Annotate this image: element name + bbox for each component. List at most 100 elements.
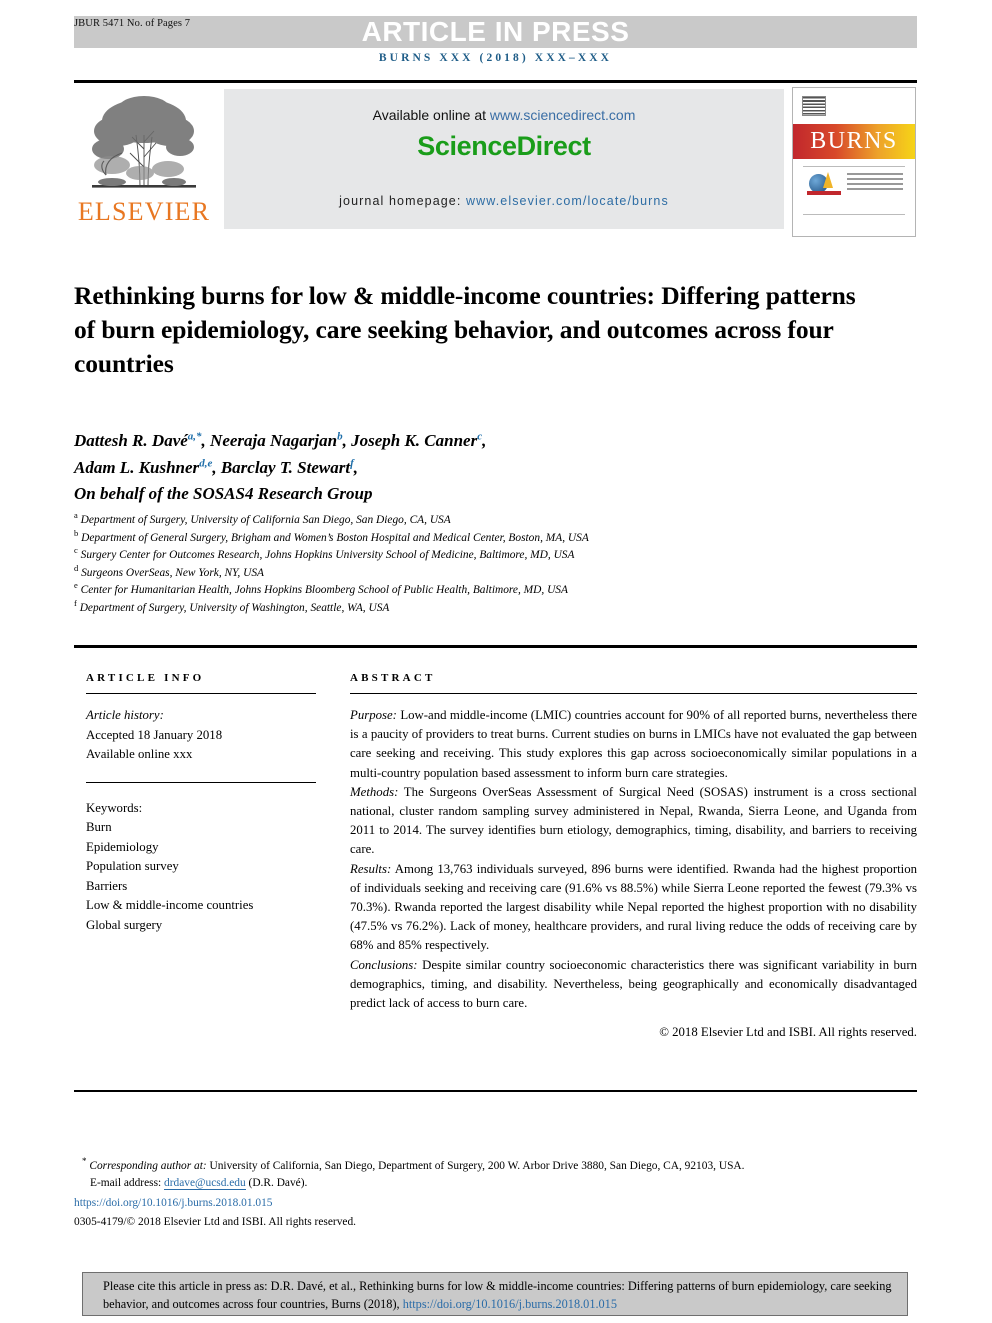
abstract-results: Results: Among 13,763 individuals survey…: [350, 860, 917, 956]
affiliation-text: Department of Surgery, University of Cal…: [80, 514, 451, 526]
asterisk-icon: *: [82, 1156, 87, 1167]
affiliation-list: a Department of Surgery, University of C…: [74, 510, 904, 618]
header-divider-rule: [74, 80, 917, 83]
abstract-conclusions-label: Conclusions:: [350, 957, 418, 972]
citation-doi-link[interactable]: https://doi.org/10.1016/j.burns.2018.01.…: [403, 1297, 617, 1311]
elsevier-tree-icon: [92, 96, 196, 188]
affiliation-marker: a: [74, 510, 78, 521]
author-affil-marker: f: [350, 456, 354, 469]
email-note: E-mail address: drdave@ucsd.edu (D.R. Da…: [74, 1175, 922, 1192]
abstract-rule: [350, 693, 917, 694]
journal-reference-line: BURNS XXX (2018) XXX–XXX: [378, 52, 613, 64]
isbi-emblem-icon: [807, 172, 841, 196]
cover-rule-bottom: [803, 214, 905, 215]
elsevier-logo: ELSEVIER: [74, 85, 214, 237]
article-info-heading: ARTICLE INFO: [86, 672, 205, 684]
doi-link[interactable]: https://doi.org/10.1016/j.burns.2018.01.…: [74, 1195, 922, 1212]
journal-homepage-label: journal homepage:: [339, 194, 462, 208]
keyword-item: Epidemiology: [86, 839, 159, 854]
abstract-purpose-text: Low-and middle-income (LMIC) countries a…: [350, 708, 917, 780]
sciencedirect-wordmark: ScienceDirect: [417, 131, 591, 161]
sciencedirect-url-link[interactable]: www.sciencedirect.com: [490, 107, 636, 123]
cover-rule-top: [803, 166, 905, 167]
journal-homepage-url[interactable]: www.elsevier.com/locate/burns: [466, 194, 669, 208]
abstract-conclusions-text: Despite similar country socioeconomic ch…: [350, 957, 917, 1011]
cover-society-text-placeholder: [847, 173, 903, 193]
affiliation-item: a Department of Surgery, University of C…: [74, 510, 904, 530]
affiliation-item: f Department of Surgery, University of W…: [74, 598, 904, 618]
sciencedirect-panel: Available online at www.sciencedirect.co…: [224, 89, 784, 229]
affiliation-marker: c: [74, 545, 78, 556]
article-info-column: ARTICLE INFO Article history: Accepted 1…: [86, 672, 316, 935]
author-affil-marker: a,*: [187, 430, 202, 443]
keyword-item: Low & middle-income countries: [86, 898, 254, 912]
affiliation-marker: f: [74, 598, 77, 609]
elsevier-wordmark: ELSEVIER: [77, 197, 211, 226]
author-affil-marker: b: [337, 430, 343, 443]
keyword-item: Population survey: [86, 859, 179, 873]
affiliation-marker: b: [74, 527, 79, 538]
abstract-results-label: Results:: [350, 861, 392, 876]
footnote-divider-rule: [74, 1090, 917, 1092]
affiliation-item: d Surgeons OverSeas, New York, NY, USA: [74, 562, 904, 583]
article-history-label: Article history:: [86, 708, 164, 722]
author-line-1: Dattesh R. Davéa,*, Neeraja Nagarjanb, J…: [74, 430, 487, 450]
abstract-purpose: Purpose: Low-and middle-income (LMIC) co…: [350, 706, 917, 783]
abstract-column: ABSTRACT Purpose: Low-and middle-income …: [350, 672, 917, 1040]
isbi-ribbon-icon: [807, 191, 841, 195]
citation-notice-text: Please cite this article in press as: D.…: [103, 1277, 893, 1313]
affiliation-text: Surgeons OverSeas, New York, NY, USA: [81, 566, 265, 579]
abstract-methods-label: Methods:: [350, 784, 399, 799]
corresponding-author-text: University of California, San Diego, Dep…: [206, 1160, 745, 1172]
author-line-2: Adam L. Kushnerd,e, Barclay T. Stewartf,: [74, 456, 358, 477]
author-line-3: On behalf of the SOSAS4 Research Group: [74, 484, 373, 503]
abstract-methods-text: The Surgeons OverSeas Assessment of Surg…: [350, 784, 917, 857]
affiliation-marker: e: [74, 580, 78, 591]
article-in-press-label: ARTICLE IN PRESS: [361, 16, 630, 47]
abstract-body: Purpose: Low-and middle-income (LMIC) co…: [350, 706, 917, 1013]
email-link[interactable]: drdave@ucsd.edu: [164, 1177, 246, 1190]
affiliation-item: e Center for Humanitarian Health, Johns …: [74, 580, 904, 600]
keyword-item: Global surgery: [86, 917, 163, 932]
affiliation-text: Department of General Surgery, Brigham a…: [81, 531, 589, 544]
available-online-line: Available online at www.sciencedirect.co…: [224, 107, 784, 123]
affiliation-item: b Department of General Surgery, Brigham…: [74, 527, 904, 548]
abstract-results-text: Among 13,763 individuals surveyed, 896 b…: [350, 861, 917, 953]
article-info-rule: [86, 693, 316, 694]
article-history-block: Article history: Accepted 18 January 201…: [86, 706, 316, 765]
journal-cover-thumbnail: BURNS: [792, 87, 916, 237]
affiliation-item: c Surgery Center for Outcomes Research, …: [74, 545, 904, 565]
affiliation-text: Surgery Center for Outcomes Research, Jo…: [80, 549, 575, 562]
author-affil-marker: c: [477, 430, 483, 443]
keywords-label: Keywords:: [86, 800, 143, 815]
corresponding-author-note: * Corresponding author at: University of…: [74, 1156, 922, 1175]
available-online-prefix: Available online at: [372, 107, 490, 123]
manuscript-id-label: JBUR 5471 No. of Pages 7: [74, 18, 191, 29]
abstract-methods: Methods: The Surgeons OverSeas Assessmen…: [350, 783, 917, 860]
page-title: Rethinking burns for low & middle-income…: [74, 281, 856, 379]
article-history-accepted: Accepted 18 January 2018: [86, 727, 223, 742]
keyword-item: Burn: [86, 820, 112, 834]
keyword-item: Barriers: [86, 878, 128, 893]
abstract-conclusions: Conclusions: Despite similar country soc…: [350, 956, 917, 1014]
article-in-press-banner: ARTICLE IN PRESS: [74, 16, 917, 48]
footnote-block: * Corresponding author at: University of…: [74, 1156, 922, 1231]
abstract-copyright: © 2018 Elsevier Ltd and ISBI. All rights…: [659, 1025, 917, 1040]
journal-homepage-line: journal homepage: www.elsevier.com/locat…: [224, 194, 784, 208]
email-label: E-mail address:: [90, 1177, 162, 1189]
citation-notice-box: Please cite this article in press as: D.…: [82, 1272, 908, 1316]
cover-publisher-mark-icon: [802, 96, 826, 116]
isbi-flame-icon: [823, 172, 833, 188]
affiliation-text: Department of Surgery, University of Was…: [79, 601, 390, 614]
article-history-online: Available online xxx: [86, 747, 193, 761]
abstract-heading: ABSTRACT: [350, 672, 436, 684]
issn-copyright-line: 0305-4179/© 2018 Elsevier Ltd and ISBI. …: [74, 1216, 356, 1228]
corresponding-author-label: Corresponding author at:: [89, 1160, 207, 1172]
cover-journal-title: BURNS: [810, 128, 898, 154]
keywords-block: Keywords: Burn Epidemiology Population s…: [86, 799, 316, 936]
author-list: Dattesh R. Davéa,*, Neeraja Nagarjanb, J…: [74, 428, 874, 508]
affiliation-text: Center for Humanitarian Health, Johns Ho…: [80, 584, 568, 597]
abstract-purpose-label: Purpose:: [350, 708, 397, 722]
journal-masthead: ELSEVIER Available online at www.science…: [74, 85, 917, 237]
affiliation-marker: d: [74, 562, 79, 573]
